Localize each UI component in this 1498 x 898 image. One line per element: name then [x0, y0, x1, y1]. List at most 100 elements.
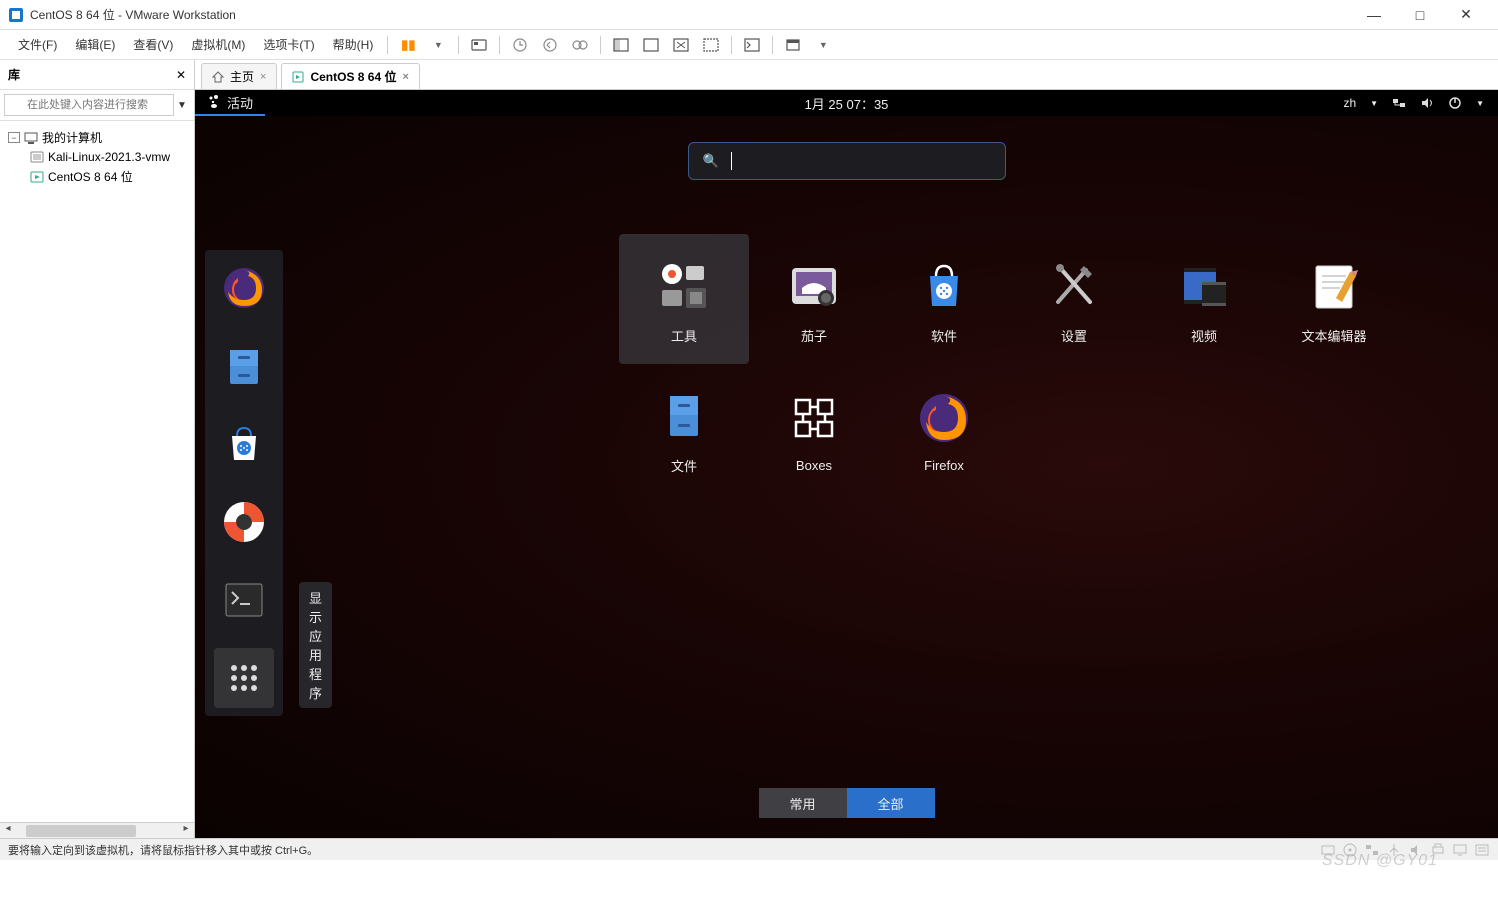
tree-root-my-computer[interactable]: − 我的计算机 — [4, 127, 190, 148]
scroll-thumb[interactable] — [26, 825, 136, 837]
tab-close-icon[interactable]: × — [260, 71, 266, 83]
separator — [387, 36, 388, 54]
tab-centos[interactable]: CentOS 8 64 位 × — [281, 63, 419, 89]
firefox-icon — [916, 390, 972, 446]
close-button[interactable]: ✕ — [1452, 5, 1480, 25]
message-log-icon[interactable] — [1474, 842, 1490, 858]
library-tree: − 我的计算机 Kali-Linux-2021.3-vmw CentOS 8 6… — [0, 121, 194, 822]
menu-vm[interactable]: 虚拟机(M) — [183, 32, 253, 57]
gnome-status-area[interactable]: zh ▼ ▼ — [1343, 96, 1498, 110]
vmware-app-icon — [8, 7, 24, 23]
dock-firefox[interactable] — [214, 258, 274, 318]
dock-show-apps[interactable] — [214, 648, 274, 708]
pause-button[interactable]: ▮▮ — [397, 34, 419, 56]
fullscreen-button[interactable] — [782, 34, 804, 56]
utilities-folder-icon — [654, 256, 714, 316]
menu-view[interactable]: 查看(V) — [125, 32, 181, 57]
network-icon[interactable] — [1392, 96, 1406, 110]
separator — [731, 36, 732, 54]
app-firefox[interactable]: Firefox — [879, 364, 1009, 494]
lifebuoy-icon — [220, 498, 268, 546]
tab-close-icon[interactable]: × — [402, 71, 408, 83]
menu-tabs[interactable]: 选项卡(T) — [255, 32, 322, 57]
app-utilities[interactable]: 工具 — [619, 234, 749, 364]
datetime-label[interactable]: 1月 25 07：35 — [805, 94, 889, 113]
snapshot-revert-button[interactable] — [539, 34, 561, 56]
file-cabinet-icon — [656, 388, 712, 444]
library-title: 库 — [8, 66, 20, 83]
menu-help[interactable]: 帮助(H) — [325, 32, 382, 57]
fit-guest-button[interactable] — [610, 34, 632, 56]
app-settings[interactable]: 设置 — [1009, 234, 1139, 364]
app-text-editor[interactable]: 文本编辑器 — [1269, 234, 1399, 364]
minimize-button[interactable]: — — [1360, 5, 1388, 25]
fullscreen-dropdown[interactable]: ▼ — [812, 34, 834, 56]
app-label: 视频 — [1191, 326, 1217, 345]
activities-button[interactable]: 活动 — [195, 90, 265, 116]
collapse-icon[interactable]: − — [8, 132, 20, 143]
free-stretch-button[interactable] — [700, 34, 722, 56]
volume-icon[interactable] — [1420, 96, 1434, 110]
app-label: 软件 — [931, 326, 957, 345]
app-label: 工具 — [671, 326, 697, 345]
app-software[interactable]: 软件 — [879, 234, 1009, 364]
library-search-dropdown[interactable]: ▼ — [174, 100, 190, 111]
apps-grid-icon — [224, 658, 264, 698]
library-close-button[interactable]: ✕ — [176, 68, 186, 82]
separator — [458, 36, 459, 54]
app-label: Firefox — [924, 458, 964, 473]
toggle-frequent[interactable]: 常用 — [759, 788, 847, 818]
boxes-icon — [786, 390, 842, 446]
maximize-button[interactable]: □ — [1406, 5, 1434, 25]
tree-item-centos[interactable]: CentOS 8 64 位 — [4, 166, 190, 187]
scroll-left-arrow[interactable]: ◂ — [0, 823, 16, 838]
terminal-icon — [220, 576, 268, 624]
menu-file[interactable]: 文件(F) — [10, 32, 65, 57]
shopping-bag-icon — [220, 420, 268, 468]
tree-item-kali[interactable]: Kali-Linux-2021.3-vmw — [4, 148, 190, 166]
app-boxes[interactable]: Boxes — [749, 364, 879, 494]
gnome-desktop[interactable]: 活动 1月 25 07：35 zh ▼ ▼ 🔍 — [195, 90, 1498, 838]
cheese-icon — [786, 258, 842, 314]
language-dropdown-icon[interactable]: ▼ — [1370, 99, 1378, 108]
vm-area: 主页 × CentOS 8 64 位 × 活动 1月 25 07：35 zh — [195, 60, 1498, 838]
app-label: 设置 — [1061, 326, 1087, 345]
toggle-all[interactable]: 全部 — [847, 788, 935, 818]
library-search-input[interactable] — [4, 94, 174, 116]
app-files[interactable]: 文件 — [619, 364, 749, 494]
fit-window-button[interactable] — [640, 34, 662, 56]
dock-tooltip: 显示应用程序 — [299, 582, 332, 708]
app-cheese[interactable]: 茄子 — [749, 234, 879, 364]
tab-home[interactable]: 主页 × — [201, 63, 277, 89]
snapshot-button[interactable] — [509, 34, 531, 56]
device-display-icon[interactable] — [1452, 842, 1468, 858]
input-language-indicator[interactable]: zh — [1343, 96, 1356, 110]
firefox-icon — [220, 264, 268, 312]
gnome-search-box[interactable]: 🔍 — [688, 142, 1006, 180]
snapshot-manager-button[interactable] — [569, 34, 591, 56]
separator — [772, 36, 773, 54]
video-icon — [1176, 258, 1232, 314]
scroll-right-arrow[interactable]: ▸ — [178, 823, 194, 838]
dock-terminal[interactable] — [214, 570, 274, 630]
computer-icon — [24, 131, 38, 145]
console-view-button[interactable] — [741, 34, 763, 56]
send-ctrl-alt-del-button[interactable] — [468, 34, 490, 56]
power-icon[interactable] — [1448, 96, 1462, 110]
app-label: 文件 — [671, 456, 697, 475]
file-cabinet-icon — [220, 342, 268, 390]
dock-software[interactable] — [214, 414, 274, 474]
library-header: 库 ✕ — [0, 60, 194, 90]
library-horizontal-scrollbar[interactable]: ◂ ▸ — [0, 822, 194, 838]
window-title: CentOS 8 64 位 - VMware Workstation — [30, 6, 1360, 23]
pause-dropdown[interactable]: ▼ — [427, 34, 449, 56]
dock-help[interactable] — [214, 492, 274, 552]
status-dropdown-icon[interactable]: ▼ — [1476, 99, 1484, 108]
menu-edit[interactable]: 编辑(E) — [67, 32, 123, 57]
shopping-bag-icon — [916, 258, 972, 314]
app-label: 茄子 — [801, 326, 827, 345]
app-videos[interactable]: 视频 — [1139, 234, 1269, 364]
stretch-guest-button[interactable] — [670, 34, 692, 56]
vm-tabs: 主页 × CentOS 8 64 位 × — [195, 60, 1498, 90]
dock-files[interactable] — [214, 336, 274, 396]
